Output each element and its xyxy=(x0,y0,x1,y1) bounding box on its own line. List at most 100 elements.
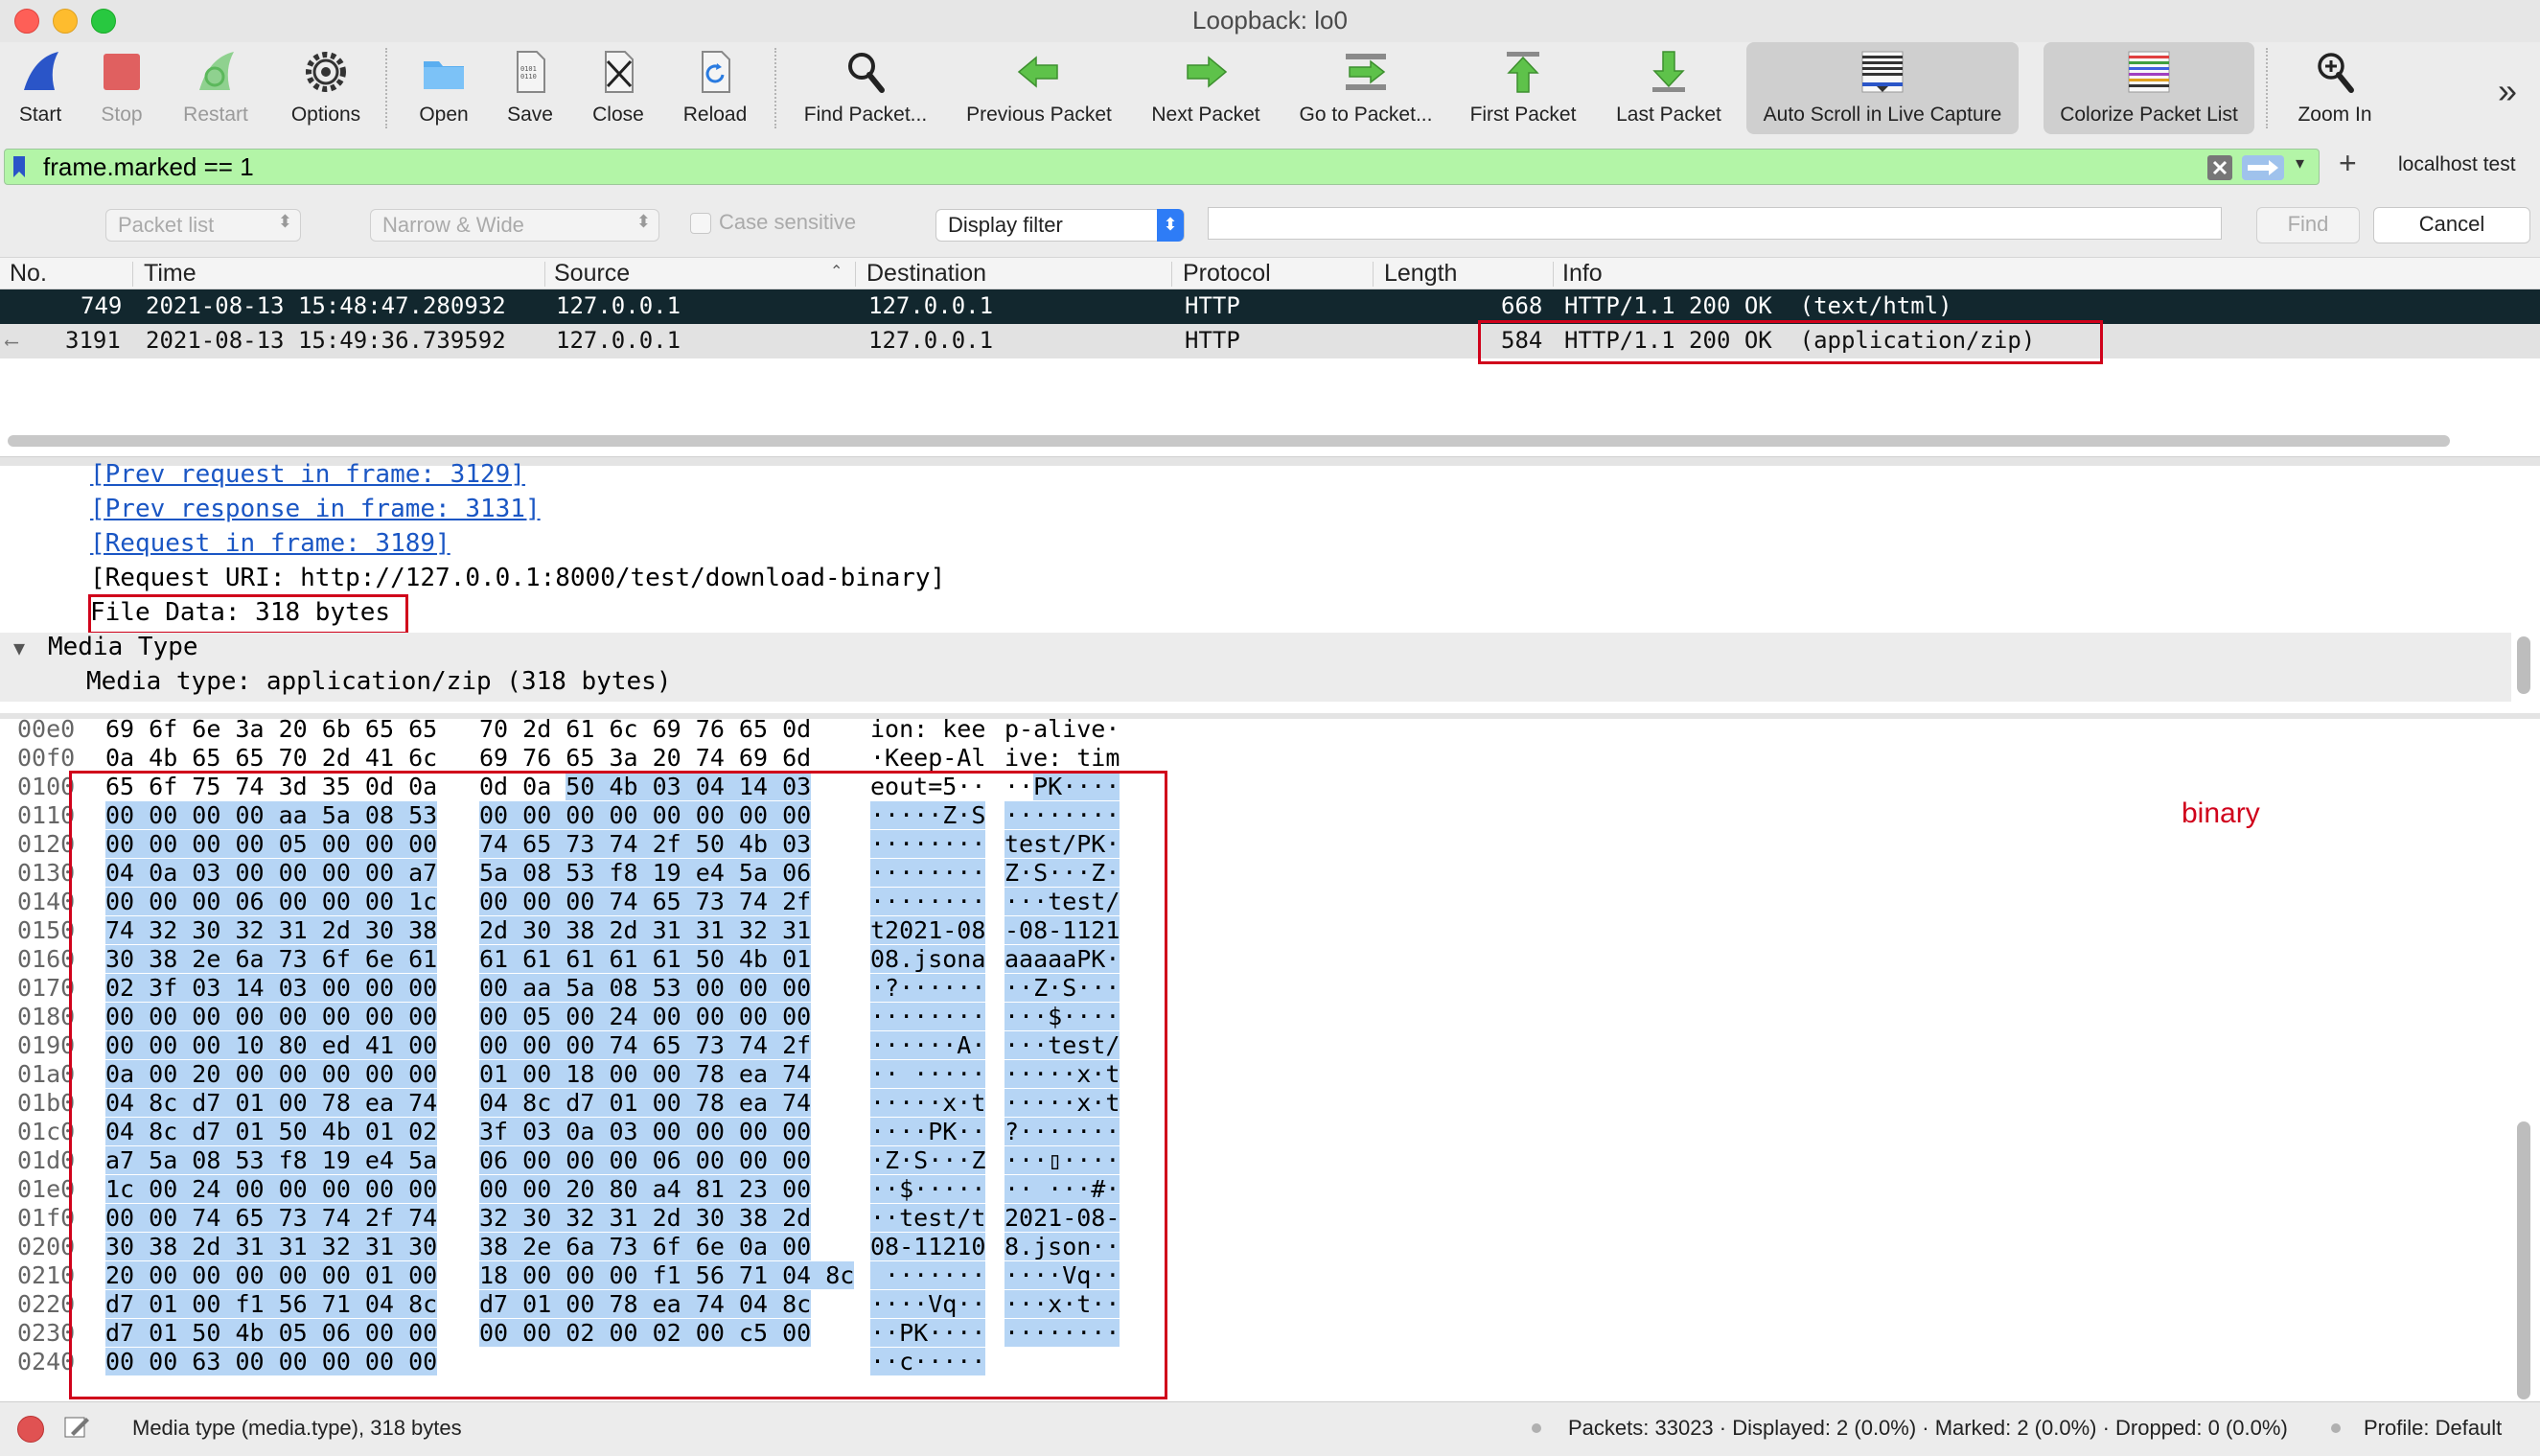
close-file-icon xyxy=(594,48,642,96)
column-info[interactable]: Info xyxy=(1562,260,1603,288)
hex-bytes-second-half[interactable]: 69 76 65 3a 20 74 69 6d xyxy=(479,744,811,772)
arrow-down-icon xyxy=(1645,48,1693,96)
packet-row-3191[interactable]: ⟵ 3191 2021-08-13 15:49:36.739592 127.0.… xyxy=(0,324,2540,358)
search-in-select[interactable]: Packet list ⬍ xyxy=(105,209,301,242)
prev-request-link[interactable]: [Prev request in frame: 3129] xyxy=(90,460,525,489)
disclosure-triangle-icon[interactable]: ▼ xyxy=(13,636,25,659)
capture-comment-icon[interactable] xyxy=(63,1414,90,1441)
column-length[interactable]: Length xyxy=(1384,260,1457,288)
reload-button[interactable]: Reload xyxy=(671,42,759,134)
title-bar: Loopback: lo0 xyxy=(0,0,2540,42)
packet-protocol: HTTP xyxy=(1185,292,1240,319)
options-button[interactable]: Options xyxy=(278,42,374,134)
packet-source: 127.0.0.1 xyxy=(556,292,681,319)
restart-fin-icon xyxy=(192,48,240,96)
media-type-row[interactable]: Media type: application/zip (318 bytes) xyxy=(0,667,2511,702)
ascii-second-half[interactable]: p-alive· xyxy=(1004,715,1120,743)
clear-filter-icon[interactable] xyxy=(2207,155,2232,180)
packet-source: 127.0.0.1 xyxy=(556,327,681,354)
recent-filters-chevron-icon[interactable]: ▾ xyxy=(2296,153,2304,173)
request-uri-line[interactable]: [Request URI: http://127.0.0.1:8000/test… xyxy=(90,564,945,592)
arrow-right-icon xyxy=(1182,48,1230,96)
start-capture-button[interactable]: Start xyxy=(4,42,77,134)
last-packet-button[interactable]: Last Packet xyxy=(1601,42,1737,134)
hex-offset: 0230 xyxy=(17,1319,76,1347)
ascii-first-half[interactable]: ion: kee xyxy=(870,715,985,743)
save-file-icon: 0101 0110 xyxy=(506,48,554,96)
packet-details-pane: [Prev request in frame: 3129] [Prev resp… xyxy=(0,460,2540,713)
first-packet-button[interactable]: First Packet xyxy=(1453,42,1593,134)
bookmark-icon[interactable] xyxy=(12,155,26,178)
stop-square-icon xyxy=(98,48,146,96)
toolbar-separator xyxy=(385,48,387,128)
zoom-in-button[interactable]: Zoom In xyxy=(2285,42,2385,134)
hex-offset: 01b0 xyxy=(17,1089,76,1117)
next-packet-button[interactable]: Next Packet xyxy=(1141,42,1271,134)
cancel-button[interactable]: Cancel xyxy=(2373,207,2530,243)
column-protocol[interactable]: Protocol xyxy=(1183,260,1271,288)
packet-time: 2021-08-13 15:49:36.739592 xyxy=(146,327,506,354)
main-toolbar: Start Stop Restart Options Open 0101 0110… xyxy=(0,42,2540,138)
media-type-header-row[interactable]: ▼ Media Type xyxy=(0,633,2511,667)
hex-dump-row: 00f0 0a 4b 65 65 70 2d 41 6c 69 76 65 3a 2… xyxy=(0,744,1150,773)
hex-bytes-first-half[interactable]: 69 6f 6e 3a 20 6b 65 65 xyxy=(105,715,437,743)
case-sensitive-label: Case sensitive xyxy=(719,210,857,234)
hex-bytes-first-half[interactable]: 0a 4b 65 65 70 2d 41 6c xyxy=(105,744,437,772)
find-bar: Packet list ⬍ Narrow & Wide ⬍ Case sensiti… xyxy=(0,196,2540,257)
filter-button-localhost-test[interactable]: localhost test xyxy=(2398,153,2516,176)
prev-response-link[interactable]: [Prev response in frame: 3131] xyxy=(90,495,541,523)
open-button[interactable]: Open xyxy=(404,42,483,134)
char-width-select[interactable]: Narrow & Wide ⬍ xyxy=(370,209,659,242)
autoscroll-icon xyxy=(1859,48,1906,96)
hex-offset: 00e0 xyxy=(17,715,76,743)
hex-offset: 0220 xyxy=(17,1290,76,1318)
status-separator-dot xyxy=(1532,1423,1541,1433)
packet-list-scrollbar[interactable] xyxy=(8,435,2450,447)
auto-scroll-button[interactable]: Auto Scroll in Live Capture xyxy=(1746,42,2019,134)
packet-destination: 127.0.0.1 xyxy=(868,292,994,319)
stop-capture-button[interactable]: Stop xyxy=(88,42,155,134)
details-scrollbar[interactable] xyxy=(2517,636,2530,694)
display-filter-bar: frame.marked == 1 ▾ + localhost test xyxy=(0,146,2540,188)
hex-offset: 0140 xyxy=(17,888,76,915)
case-sensitive-checkbox[interactable] xyxy=(690,213,711,234)
media-type-header: Media Type xyxy=(48,633,198,661)
hex-offset: 0100 xyxy=(17,773,76,800)
colorize-icon xyxy=(2125,48,2173,96)
find-input[interactable] xyxy=(1208,207,2222,240)
column-time[interactable]: Time xyxy=(144,260,196,288)
request-frame-link[interactable]: [Request in frame: 3189] xyxy=(90,529,450,558)
arrow-left-icon xyxy=(1015,48,1063,96)
restart-capture-button[interactable]: Restart xyxy=(173,42,259,134)
folder-icon xyxy=(420,48,468,96)
display-filter-input[interactable]: frame.marked == 1 ▾ xyxy=(4,149,2320,185)
related-packet-icon: ⟵ xyxy=(6,330,18,353)
hex-bytes-second-half[interactable]: 70 2d 61 6c 69 76 65 0d xyxy=(479,715,811,743)
previous-packet-button[interactable]: Previous Packet xyxy=(957,42,1121,134)
find-button[interactable]: Find xyxy=(2256,207,2360,243)
search-type-select[interactable]: Display filter ⬍ xyxy=(935,209,1185,242)
colorize-packet-list-button[interactable]: Colorize Packet List xyxy=(2044,42,2254,134)
hex-offset: 01c0 xyxy=(17,1118,76,1145)
media-type-line: Media type: application/zip (318 bytes) xyxy=(86,667,672,696)
column-no[interactable]: No. xyxy=(10,260,47,288)
bytes-scrollbar[interactable] xyxy=(2517,1121,2530,1399)
profile-label[interactable]: Profile: Default xyxy=(2364,1416,2502,1441)
hex-offset: 0210 xyxy=(17,1261,76,1289)
toolbar-overflow-chevron-icon[interactable]: » xyxy=(2498,71,2517,111)
save-button[interactable]: 0101 0110 Save xyxy=(491,42,569,134)
hex-offset: 0180 xyxy=(17,1003,76,1030)
close-button[interactable]: Close xyxy=(579,42,658,134)
expert-info-icon[interactable] xyxy=(17,1416,44,1443)
apply-filter-arrow-icon[interactable] xyxy=(2242,155,2284,180)
find-packet-button[interactable]: Find Packet... xyxy=(796,42,935,134)
ascii-second-half[interactable]: ive: tim xyxy=(1004,744,1120,772)
hex-offset: 0150 xyxy=(17,916,76,944)
add-filter-button[interactable]: + xyxy=(2339,146,2357,181)
column-source[interactable]: Source xyxy=(554,260,630,288)
hex-offset: 0240 xyxy=(17,1348,76,1375)
packet-row-749[interactable]: 749 2021-08-13 15:48:47.280932 127.0.0.1… xyxy=(0,289,2540,324)
go-to-packet-button[interactable]: Go to Packet... xyxy=(1292,42,1440,134)
column-destination[interactable]: Destination xyxy=(866,260,986,288)
ascii-first-half[interactable]: ·Keep-Al xyxy=(870,744,985,772)
